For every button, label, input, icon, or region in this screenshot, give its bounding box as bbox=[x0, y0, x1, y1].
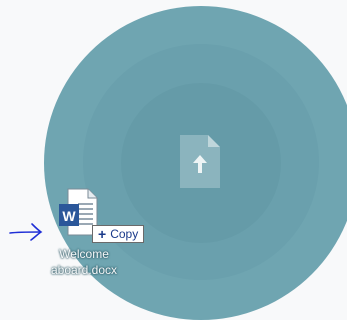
upload-file-icon bbox=[180, 135, 220, 188]
drag-copy-tooltip: + Copy bbox=[92, 225, 145, 243]
dragged-file-name: Welcome aboard.docx bbox=[50, 247, 118, 277]
copy-label: Copy bbox=[110, 227, 139, 241]
desktop-canvas: W Welcome aboard.docx + Copy bbox=[0, 0, 347, 320]
plus-icon: + bbox=[98, 226, 107, 242]
word-icon-letter: W bbox=[62, 208, 76, 224]
hand-drawn-arrow-icon bbox=[9, 223, 43, 241]
